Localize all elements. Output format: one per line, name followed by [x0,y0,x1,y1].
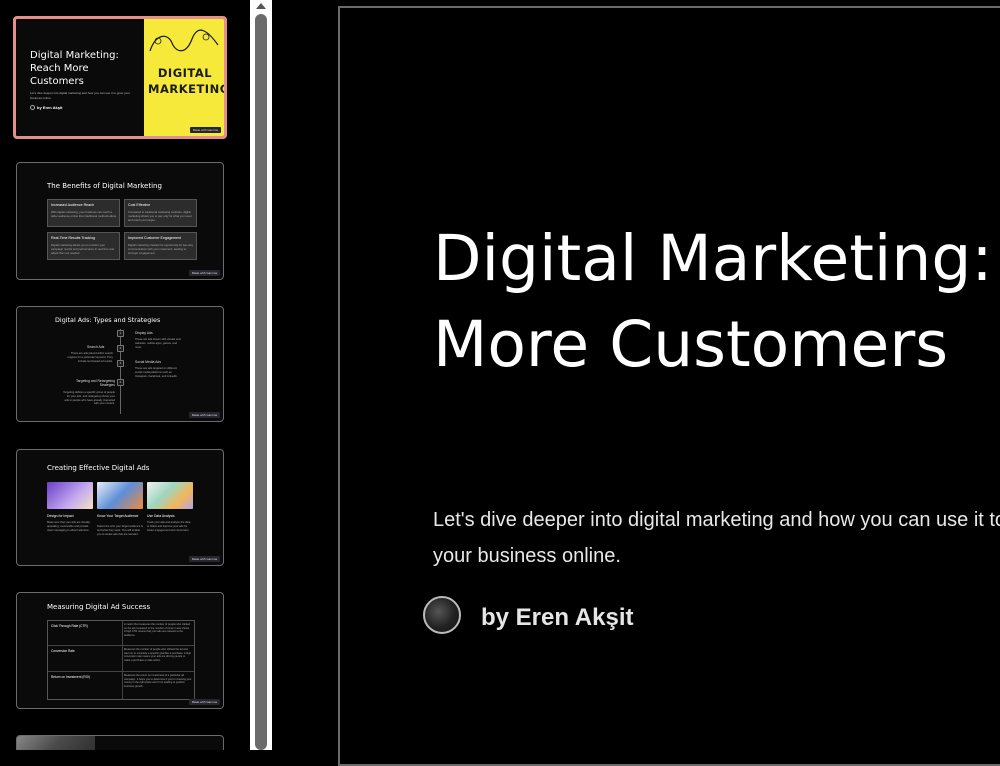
design-image [47,482,93,509]
timeline-node: 4 [117,379,124,386]
thumbnail-subtitle: Let's dive deeper into digital marketing… [30,91,130,100]
made-with-badge: Made with Gamma [188,412,220,418]
benefit-card: Improved Customer Engagement Digital mar… [124,232,197,260]
table-divider [122,621,123,699]
scroll-up-arrow-icon[interactable] [250,0,272,14]
card-body: Determine who your target audience is an… [97,525,144,536]
timeline-node: 1 [117,330,124,337]
timeline-node: 3 [117,360,124,367]
benefit-heading: Improved Customer Engagement [128,236,181,240]
sidebar-scrollbar[interactable] [250,0,272,750]
timeline-text: These are ads placed within search engin… [67,352,113,363]
benefit-card: Increased Audience Reach With digital ma… [47,199,120,227]
table-row: Conversion Rate Measures the number of p… [48,645,194,662]
made-with-badge: Made with Gamma [188,699,220,705]
metric-description: A metric that measures the number of peo… [124,623,190,637]
metric-name: Return on Investment (ROI) [51,675,91,679]
timeline-text: Targeting defines a specific group of pe… [63,391,115,406]
slide-thumbnail-6[interactable] [16,735,224,750]
thumbnail-title: Digital Marketing: Reach More Customers [30,50,119,87]
thumbnail-title: Creating Effective Digital Ads [47,464,150,472]
data-analysis-image [147,482,193,509]
timeline-label: Display Ads [135,331,153,335]
slide-thumbnail-panel: Digital Marketing: Reach More Customers … [0,0,250,750]
slide-subtitle-line-1: Let's dive deeper into digital marketing… [433,509,1000,531]
made-with-badge: Made with Gamma [188,270,220,276]
timeline-label: Search Ads [87,345,105,349]
thumbnail-author: by Eren Akşit [30,105,63,111]
thumbnail-title: The Benefits of Digital Marketing [47,182,162,190]
slide-canvas: Digital Marketing: Reach More Customers … [272,0,1000,766]
thumbnail-title: Measuring Digital Ad Success [47,603,151,611]
avatar [423,596,461,634]
benefit-body: Digital marketing creates the opportunit… [128,243,194,255]
timeline-text: These are ads shown with visuals over we… [135,338,182,349]
scrollbar-thumb[interactable] [255,14,267,750]
made-with-badge: Made with Gamma [189,127,221,133]
card-caption: Design for Impact [47,514,74,518]
card-caption: Use Data Analysis [147,514,175,518]
benefit-heading: Increased Audience Reach [51,203,94,207]
benefit-card: Real-Time Results Tracking Digital marke… [47,232,120,260]
benefit-heading: Real-Time Results Tracking [51,236,96,240]
thumbnail-author-name: by Eren Akşit [37,105,63,110]
slide-subtitle[interactable]: Let's dive deeper into digital marketing… [433,502,1000,574]
benefit-body: With digital marketing, your business ca… [51,210,117,218]
timeline-label: Targeting and Retargeting Strategies [75,379,115,387]
benefit-body: Compared to traditional marketing method… [128,210,192,222]
image-word-marketing: MARKETING [148,82,227,96]
slide-thumbnail-3[interactable]: Digital Ads: Types and Strategies 1 Disp… [16,306,224,422]
slide-thumbnail-5[interactable]: Measuring Digital Ad Success Click Throu… [16,592,224,709]
author-name: by Eren Akşit [481,604,634,631]
slide-subtitle-line-2: your business online. [433,545,621,567]
slide-photo [17,736,95,750]
metric-description: Measures the number of people who clicke… [124,648,192,662]
slide-title[interactable]: Digital Marketing: Reach More Customers [433,216,1000,388]
benefit-card: Cost Effective Compared to traditional m… [124,199,197,227]
timeline-node: 2 [117,345,124,352]
audience-image [97,482,143,509]
timeline-text: These are ads targeted on different soci… [135,367,178,378]
slide-thumbnail-1[interactable]: Digital Marketing: Reach More Customers … [13,16,227,139]
metrics-table: Click Through Rate (CTR) A metric that m… [47,620,195,700]
card-body: Make sure that your ads are visually app… [47,521,91,532]
timeline-line [120,329,121,414]
timeline-label: Social Media Ads [135,360,162,364]
slide-thumbnail-4[interactable]: Creating Effective Digital Ads Design fo… [16,449,224,566]
card-caption: Know Your Target Audience [97,514,139,518]
avatar-icon [30,105,35,111]
current-slide[interactable]: Digital Marketing: Reach More Customers … [338,6,1000,766]
card-body: Track your ads and analyze the data to f… [147,521,191,532]
benefit-heading: Cost Effective [128,203,151,207]
table-row: Return on Investment (ROI) Measures the … [48,671,194,688]
metric-description: Measures the return on investment of a p… [124,674,192,688]
benefit-body: Digital marketing allows you to monitor … [51,243,114,255]
thumbnail-title: Digital Ads: Types and Strategies [55,316,161,324]
metric-name: Click Through Rate (CTR) [51,624,88,628]
digital-marketing-image: DIGITAL MARKETING [144,19,224,136]
image-word-digital: DIGITAL [157,66,213,80]
metric-name: Conversion Rate [51,649,75,653]
slide-title-line-1: Digital Marketing: Reach [433,222,1000,295]
slide-thumbnail-2[interactable]: The Benefits of Digital Marketing Increa… [16,162,224,280]
made-with-badge: Made with Gamma [188,556,220,562]
doodle-icon [149,29,219,52]
slide-title-line-2: More Customers [433,308,949,381]
